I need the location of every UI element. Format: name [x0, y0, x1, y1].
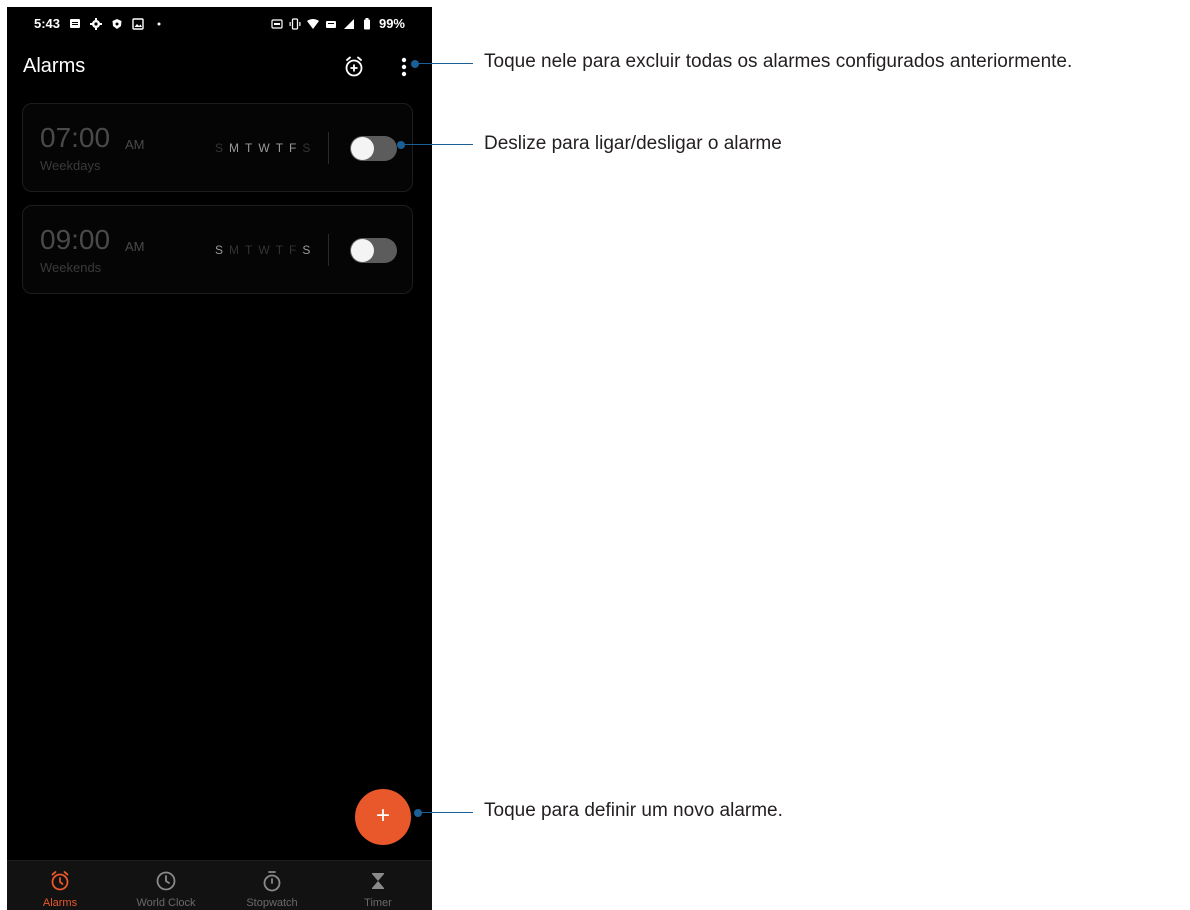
alarm-card[interactable]: 07:00 AM Weekdays S M T W T F S: [22, 103, 413, 192]
vibrate-icon: [289, 17, 301, 30]
status-bar: 5:43 99%: [7, 7, 432, 37]
shield-icon: [111, 18, 123, 30]
status-time: 5:43: [34, 16, 61, 31]
alarm-time: 07:00: [40, 122, 111, 153]
callout-line: [404, 144, 473, 145]
tab-timer[interactable]: Timer: [325, 861, 431, 910]
battery-percentage: 99%: [378, 16, 405, 31]
alarm-ampm: AM: [125, 239, 145, 254]
tab-stopwatch[interactable]: Stopwatch: [219, 861, 325, 910]
day-saturday: S: [302, 141, 311, 155]
phone-screen: 5:43 99% Alarms 07:00 AM Weekdays S M T …: [7, 7, 432, 910]
alarm-toggle[interactable]: [350, 238, 397, 263]
volte-icon: [325, 18, 337, 30]
card-divider: [328, 132, 329, 164]
alarm-label: Weekends: [40, 260, 102, 275]
day-thursday: T: [275, 243, 284, 257]
alarm-toggle[interactable]: [350, 136, 397, 161]
wifi-icon: [306, 18, 319, 30]
day-sunday: S: [215, 141, 224, 155]
tab-label: World Clock: [136, 897, 196, 909]
clock-icon: [154, 869, 178, 893]
callout-marker: [411, 60, 419, 68]
toggle-knob: [351, 239, 374, 262]
callout-line: [421, 812, 473, 813]
repeat-days: S M T W T F S: [215, 141, 310, 155]
callout-marker: [397, 141, 405, 149]
stopwatch-icon: [260, 869, 284, 893]
alarm-ampm: AM: [125, 137, 145, 152]
callout-line: [418, 63, 473, 64]
day-wednesday: W: [258, 141, 270, 155]
toggle-knob: [351, 137, 374, 160]
app-bar: Alarms: [7, 45, 432, 93]
day-sunday: S: [215, 243, 224, 257]
alarm-label: Weekdays: [40, 158, 101, 173]
day-thursday: T: [275, 141, 284, 155]
page: 5:43 99% Alarms 07:00 AM Weekdays S M T …: [0, 0, 1190, 910]
alarm-time: 09:00: [40, 224, 111, 255]
callout-menu-text: Toque nele para excluir todas os alarmes…: [484, 51, 1073, 72]
dot-icon: [153, 18, 165, 30]
day-friday: F: [289, 243, 297, 257]
page-title: Alarms: [23, 55, 86, 77]
nfc-icon: [271, 18, 283, 30]
signal-icon: [343, 18, 355, 30]
day-wednesday: W: [258, 243, 270, 257]
callout-fab-text: Toque para definir um novo alarme.: [484, 800, 783, 821]
image-icon: [132, 17, 144, 30]
bottom-navigation: Alarms World Clock Stopwatch Timer: [7, 860, 432, 910]
day-friday: F: [289, 141, 297, 155]
callout-marker: [414, 809, 422, 817]
day-monday: M: [229, 243, 240, 257]
tab-label: Stopwatch: [246, 897, 298, 909]
day-monday: M: [229, 141, 240, 155]
settings-gear-icon: [90, 17, 103, 30]
tab-label: Alarms: [42, 897, 78, 909]
alarm-clock-icon: [48, 869, 72, 893]
battery-icon: [361, 17, 373, 30]
callout-toggle-text: Deslize para ligar/desligar o alarme: [484, 133, 782, 154]
add-alarm-button[interactable]: +: [355, 789, 411, 845]
day-saturday: S: [302, 243, 311, 257]
smart-alarm-icon[interactable]: [341, 54, 367, 80]
day-tuesday: T: [245, 243, 253, 257]
tab-world-clock[interactable]: World Clock: [113, 861, 219, 910]
day-tuesday: T: [245, 141, 253, 155]
alarm-card[interactable]: 09:00 AM Weekends S M T W T F S: [22, 205, 413, 294]
tab-alarms[interactable]: Alarms: [7, 861, 113, 910]
plus-icon: +: [375, 802, 390, 829]
tab-label: Timer: [364, 897, 392, 909]
notification-message-icon: [69, 18, 81, 30]
card-divider: [328, 234, 329, 266]
repeat-days: S M T W T F S: [215, 243, 310, 257]
hourglass-icon: [366, 869, 390, 893]
